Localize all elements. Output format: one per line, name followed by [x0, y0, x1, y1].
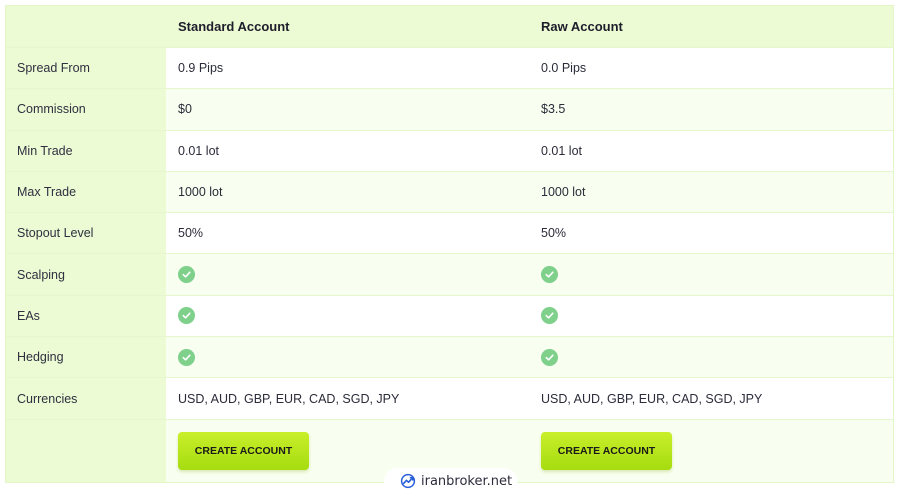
table-row: Stopout Level 50% 50%: [6, 212, 893, 254]
standard-value: 1000 lot: [166, 171, 530, 213]
table-row: Max Trade 1000 lot 1000 lot: [6, 170, 893, 213]
raw-value: [530, 296, 893, 336]
row-label: Scalping: [6, 254, 166, 295]
row-label: Min Trade: [6, 130, 166, 171]
standard-value: [166, 254, 530, 295]
create-standard-account-button[interactable]: CREATE ACCOUNT: [178, 431, 309, 470]
watermark-badge: iranbroker.net: [384, 468, 517, 494]
raw-value: 50%: [541, 226, 567, 241]
check-icon: [541, 266, 558, 284]
row-label: Hedging: [6, 337, 166, 378]
table-row: EAs: [6, 294, 893, 337]
table-row: Min Trade 0.01 lot 0.01 lot: [6, 129, 893, 171]
raw-value: [530, 337, 893, 378]
raw-value: USD, AUD, GBP, EUR, CAD, SGD, JPY: [541, 391, 763, 406]
row-label: Commission: [6, 89, 166, 130]
check-icon: [541, 348, 558, 366]
standard-value: 50%: [178, 226, 204, 241]
raw-value: [530, 254, 893, 295]
check-icon: [178, 348, 195, 366]
table-row: Hedging: [6, 336, 893, 378]
row-label: Currencies: [6, 378, 166, 419]
create-raw-account-button[interactable]: CREATE ACCOUNT: [541, 431, 672, 470]
header-empty-cell: [6, 6, 166, 47]
standard-value: 0.9 Pips: [178, 61, 224, 76]
standard-value: 0.01 lot: [178, 143, 220, 158]
watermark-text: iranbroker.net: [421, 473, 513, 489]
row-label: Spread From: [6, 48, 166, 89]
raw-action-cell: CREATE ACCOUNT: [530, 419, 893, 482]
raw-value: 1000 lot: [530, 171, 893, 213]
raw-value: 0.01 lot: [541, 143, 583, 158]
header-raw-account: Raw Account: [530, 6, 893, 47]
row-label: Stopout Level: [6, 213, 166, 254]
standard-value: [166, 296, 530, 336]
table-row: Spread From 0.9 Pips 0.0 Pips: [6, 47, 893, 89]
table-row: Commission $0 $3.5: [6, 88, 893, 130]
row-label: Max Trade: [6, 171, 166, 213]
table-row: Currencies USD, AUD, GBP, EUR, CAD, SGD,…: [6, 377, 893, 419]
trend-logo-icon: [400, 473, 416, 489]
check-icon: [178, 266, 195, 284]
account-comparison-table: Standard Account Raw Account Spread From…: [5, 5, 894, 483]
check-icon: [178, 307, 195, 325]
header-standard-account: Standard Account: [166, 6, 530, 47]
check-icon: [541, 307, 558, 325]
standard-value: [166, 337, 530, 378]
action-empty-cell: [6, 419, 166, 482]
row-label: EAs: [6, 295, 166, 337]
raw-value: $3.5: [530, 89, 893, 130]
standard-value: $0: [166, 89, 530, 130]
standard-value: USD, AUD, GBP, EUR, CAD, SGD, JPY: [178, 391, 400, 406]
table-header-row: Standard Account Raw Account: [6, 6, 893, 47]
table-row: Scalping: [6, 253, 893, 295]
raw-value: 0.0 Pips: [541, 61, 587, 76]
